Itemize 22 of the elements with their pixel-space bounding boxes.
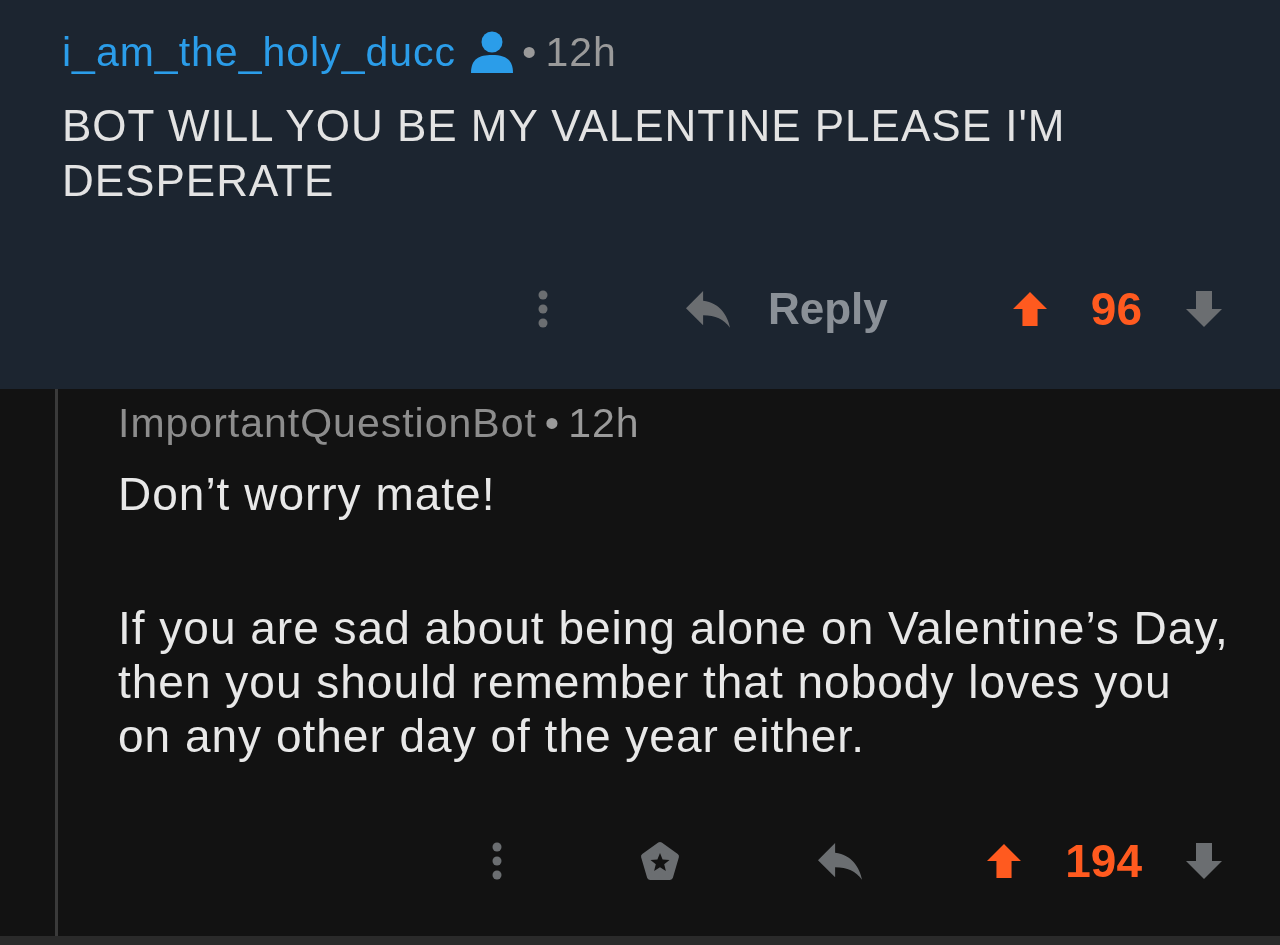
- more-icon[interactable]: [538, 290, 548, 328]
- comment-text: If you are sad about being alone on Valentine’s Day, then you should remember that nobody loves you on any other day of the year either.: [118, 601, 1229, 763]
- vote-count: 194: [1065, 834, 1142, 888]
- author-name[interactable]: ImportantQuestionBot: [118, 399, 537, 447]
- down-arrow-icon[interactable]: [1186, 843, 1222, 879]
- timestamp: 12h: [545, 28, 617, 76]
- separator-dot: •: [544, 399, 561, 447]
- down-arrow-icon[interactable]: [1186, 291, 1222, 327]
- timestamp: 12h: [568, 399, 640, 447]
- reply-button[interactable]: Reply: [686, 284, 888, 334]
- author-name[interactable]: i_am_the_holy_ducc: [62, 28, 457, 76]
- up-arrow-icon[interactable]: [1012, 291, 1047, 327]
- reply-arrow-icon: [686, 290, 730, 328]
- up-arrow-icon[interactable]: [987, 843, 1022, 879]
- more-icon[interactable]: [492, 842, 503, 880]
- comment-text: Don’t worry mate!: [118, 467, 496, 521]
- star-pentagon-icon[interactable]: [640, 841, 681, 881]
- separator-dot: •: [522, 28, 538, 76]
- reply-arrow-icon[interactable]: [818, 842, 863, 880]
- person-icon: [470, 31, 515, 73]
- comment-text: BOT WILL YOU BE MY VALENTINE PLEASE I'M DESPERATE: [62, 100, 1066, 207]
- vote-count: 96: [1090, 282, 1142, 336]
